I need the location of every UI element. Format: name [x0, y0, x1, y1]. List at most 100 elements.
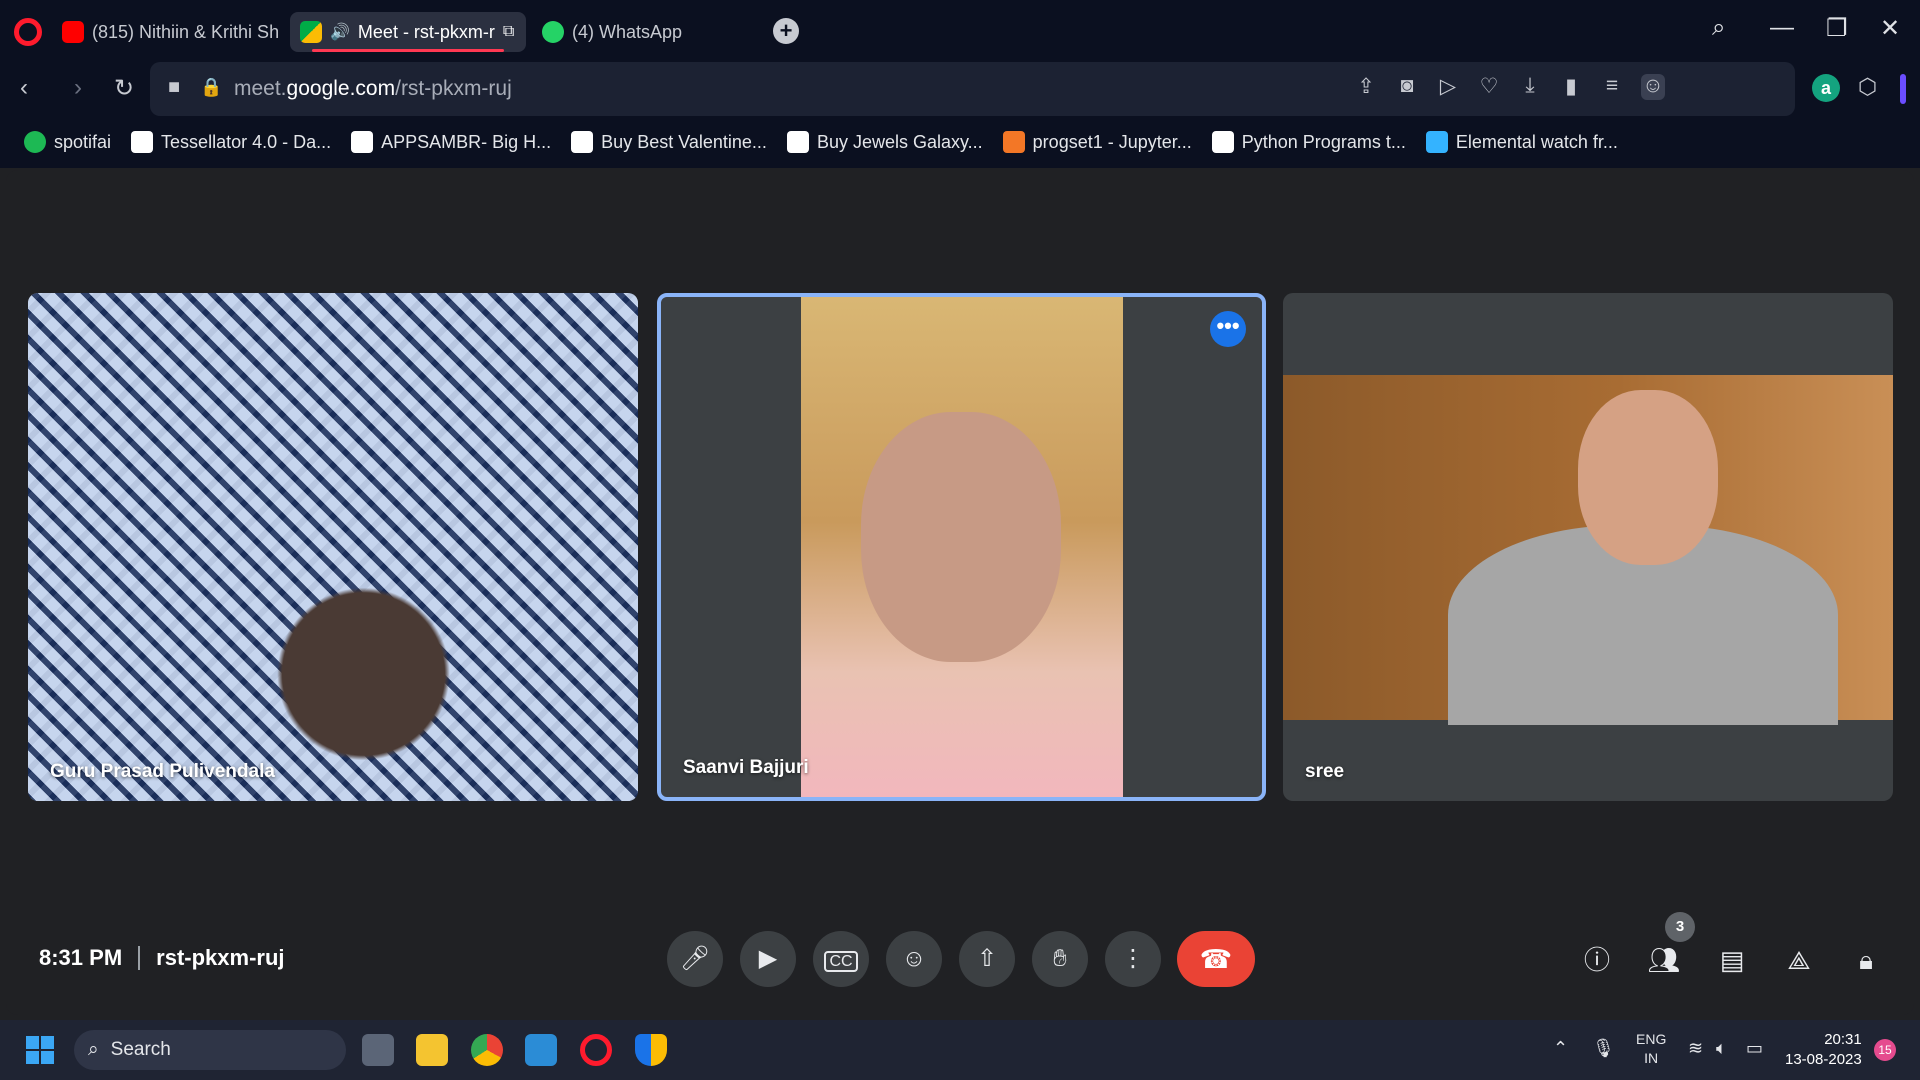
- lock-icon[interactable]: 🔒: [200, 77, 222, 98]
- forward-button[interactable]: ›: [74, 74, 82, 102]
- bookmark-jewels[interactable]: Buy Jewels Galaxy...: [786, 131, 983, 153]
- reactions-button[interactable]: ☺: [886, 931, 942, 987]
- security-shield-icon[interactable]: [635, 1034, 667, 1066]
- participant-video: [801, 297, 1123, 797]
- easy-setup-icon[interactable]: ≡: [1600, 74, 1624, 100]
- url-bar[interactable]: ■ 🔒 meet.google.com/rst-pkxm-ruj ⇪ ◙ ▷ ♡…: [150, 62, 1795, 116]
- sidebar-indicator: [1900, 74, 1906, 104]
- extensions-icon[interactable]: ⬡: [1858, 74, 1877, 100]
- back-button[interactable]: ‹: [20, 74, 28, 102]
- restore-button[interactable]: ❐: [1826, 14, 1848, 43]
- microphone-button[interactable]: 🎤︎: [667, 931, 723, 987]
- windows-start-icon[interactable]: [26, 1036, 54, 1064]
- participant-name: Guru Prasad Pulivendala: [50, 761, 275, 782]
- bookmark-tessellator[interactable]: Tessellator 4.0 - Da...: [131, 131, 331, 153]
- participant-video: [28, 293, 638, 801]
- tab-youtube[interactable]: (815) Nithiin & Krithi Sh: [52, 12, 282, 52]
- hand-icon: ✋︎: [1053, 945, 1067, 972]
- opera-menu-icon[interactable]: [14, 18, 42, 46]
- whatsapp-icon: [542, 21, 564, 43]
- download-icon[interactable]: ⤓: [1518, 74, 1542, 100]
- captions-button[interactable]: CC: [813, 931, 869, 987]
- calculator-icon[interactable]: [362, 1034, 394, 1066]
- participant-tile-saanvi[interactable]: Saanvi Bajjuri •••: [657, 293, 1266, 801]
- tab-label: (815) Nithiin & Krithi Sh: [92, 21, 280, 42]
- url-text[interactable]: meet.google.com/rst-pkxm-ruj: [234, 77, 512, 101]
- participant-face: [861, 412, 1061, 662]
- bookmark-progset1[interactable]: progset1 - Jupyter...: [1002, 131, 1192, 153]
- meeting-code: rst-pkxm-ruj: [156, 945, 285, 970]
- opera-taskbar-icon[interactable]: [580, 1034, 612, 1066]
- windows-taskbar: ⌕ Search ⌃ 🎙︎ ENG IN ≋ 🔈︎ ▭ 20:31 13-08-2…: [0, 1020, 1920, 1080]
- address-bar-actions: ⇪ ◙ ▷ ♡ ⤓ ▮ ≡ ☺: [1354, 74, 1665, 100]
- file-explorer-icon[interactable]: [416, 1034, 448, 1066]
- vscode-icon[interactable]: [525, 1034, 557, 1066]
- elemental-icon: [1425, 131, 1448, 153]
- spotify-icon: [24, 131, 46, 153]
- wifi-icon[interactable]: ≋: [1688, 1038, 1703, 1059]
- amazon-icon: [351, 131, 374, 153]
- play-icon[interactable]: ▷: [1436, 74, 1460, 100]
- divider: [138, 946, 141, 970]
- present-button[interactable]: ⇧: [959, 931, 1015, 987]
- people-icon: 👥︎: [1647, 945, 1681, 975]
- people-button[interactable]: 👥︎: [1644, 940, 1684, 980]
- tab-meet[interactable]: 🔊 Meet - rst-pkxm-r ⧉: [290, 12, 526, 52]
- language-indicator[interactable]: ENG IN: [1636, 1030, 1666, 1068]
- activities-button[interactable]: ⟁: [1779, 940, 1819, 980]
- participant-name: Saanvi Bajjuri: [683, 757, 809, 778]
- meeting-time: 8:31 PM: [39, 945, 123, 970]
- close-window-button[interactable]: ✕: [1880, 14, 1900, 43]
- meeting-info-button[interactable]: ⓘ: [1577, 940, 1617, 980]
- tab-label: Meet - rst-pkxm-r: [357, 21, 495, 42]
- share-icon[interactable]: ⇪: [1354, 74, 1378, 100]
- bookmark-spotifai[interactable]: spotifai: [24, 131, 111, 153]
- participant-tile-sree[interactable]: sree: [1283, 293, 1893, 801]
- present-screen-icon: ⇧: [976, 945, 998, 972]
- battery-saver-icon[interactable]: ▮: [1559, 74, 1583, 100]
- participant-count-badge: 3: [1665, 912, 1695, 942]
- chrome-icon[interactable]: [471, 1034, 503, 1066]
- bookmark-appsambr[interactable]: APPSAMBR- Big H...: [351, 131, 551, 153]
- microphone-tray-icon[interactable]: 🎙︎: [1592, 1038, 1615, 1059]
- taskbar-clock[interactable]: 20:31 13-08-2023: [1785, 1030, 1862, 1070]
- microphone-icon: 🎤︎: [679, 945, 711, 972]
- volume-icon[interactable]: 🔈︎: [1716, 1038, 1727, 1059]
- notification-badge[interactable]: 15: [1874, 1039, 1896, 1061]
- minimize-button[interactable]: —: [1770, 14, 1794, 42]
- more-options-button[interactable]: •••: [1210, 311, 1246, 347]
- active-tab-indicator: [312, 49, 504, 52]
- participant-tile-guru[interactable]: Guru Prasad Pulivendala: [28, 293, 638, 801]
- camera-button[interactable]: ▶: [740, 931, 796, 987]
- more-options-button[interactable]: ⋮: [1105, 931, 1161, 987]
- reload-button[interactable]: ↻: [114, 74, 134, 103]
- raise-hand-button[interactable]: ✋︎: [1032, 931, 1088, 987]
- search-tabs-icon[interactable]: ⌕: [1712, 14, 1725, 42]
- captions-icon: CC: [824, 951, 858, 972]
- tab-label: (4) WhatsApp: [572, 21, 683, 42]
- clock-date: 13-08-2023: [1785, 1051, 1862, 1068]
- battery-icon[interactable]: ▭: [1746, 1038, 1763, 1059]
- camera-in-use-icon[interactable]: ■: [168, 76, 180, 99]
- heart-icon[interactable]: ♡: [1477, 74, 1501, 100]
- taskbar-search[interactable]: ⌕ Search: [74, 1030, 346, 1070]
- pip-icon[interactable]: ⧉: [503, 23, 514, 41]
- more-vert-icon: ⋮: [1121, 945, 1145, 972]
- snapshot-icon[interactable]: ◙: [1395, 74, 1419, 100]
- bookmark-python-programs[interactable]: Python Programs t...: [1211, 131, 1406, 153]
- profile-icon[interactable]: ☺: [1641, 74, 1665, 100]
- new-tab-button[interactable]: +: [773, 18, 799, 44]
- chevron-up-icon[interactable]: ⌃: [1553, 1038, 1568, 1059]
- python-programs-icon: [1211, 131, 1234, 153]
- lock-person-icon: 🔒︎: [1859, 945, 1873, 975]
- participant-video: [1283, 375, 1893, 725]
- chat-button[interactable]: ▤: [1712, 940, 1752, 980]
- tab-whatsapp[interactable]: (4) WhatsApp: [532, 12, 702, 52]
- search-label: Search: [110, 1039, 171, 1060]
- bookmark-elemental-watch[interactable]: Elemental watch fr...: [1425, 131, 1618, 153]
- host-controls-button[interactable]: 🔒︎: [1846, 940, 1886, 980]
- activities-icon: ⟁: [1787, 945, 1811, 975]
- aria-icon[interactable]: a: [1812, 74, 1840, 102]
- bookmark-valentine[interactable]: Buy Best Valentine...: [571, 131, 767, 153]
- leave-call-button[interactable]: ☎︎: [1177, 931, 1255, 987]
